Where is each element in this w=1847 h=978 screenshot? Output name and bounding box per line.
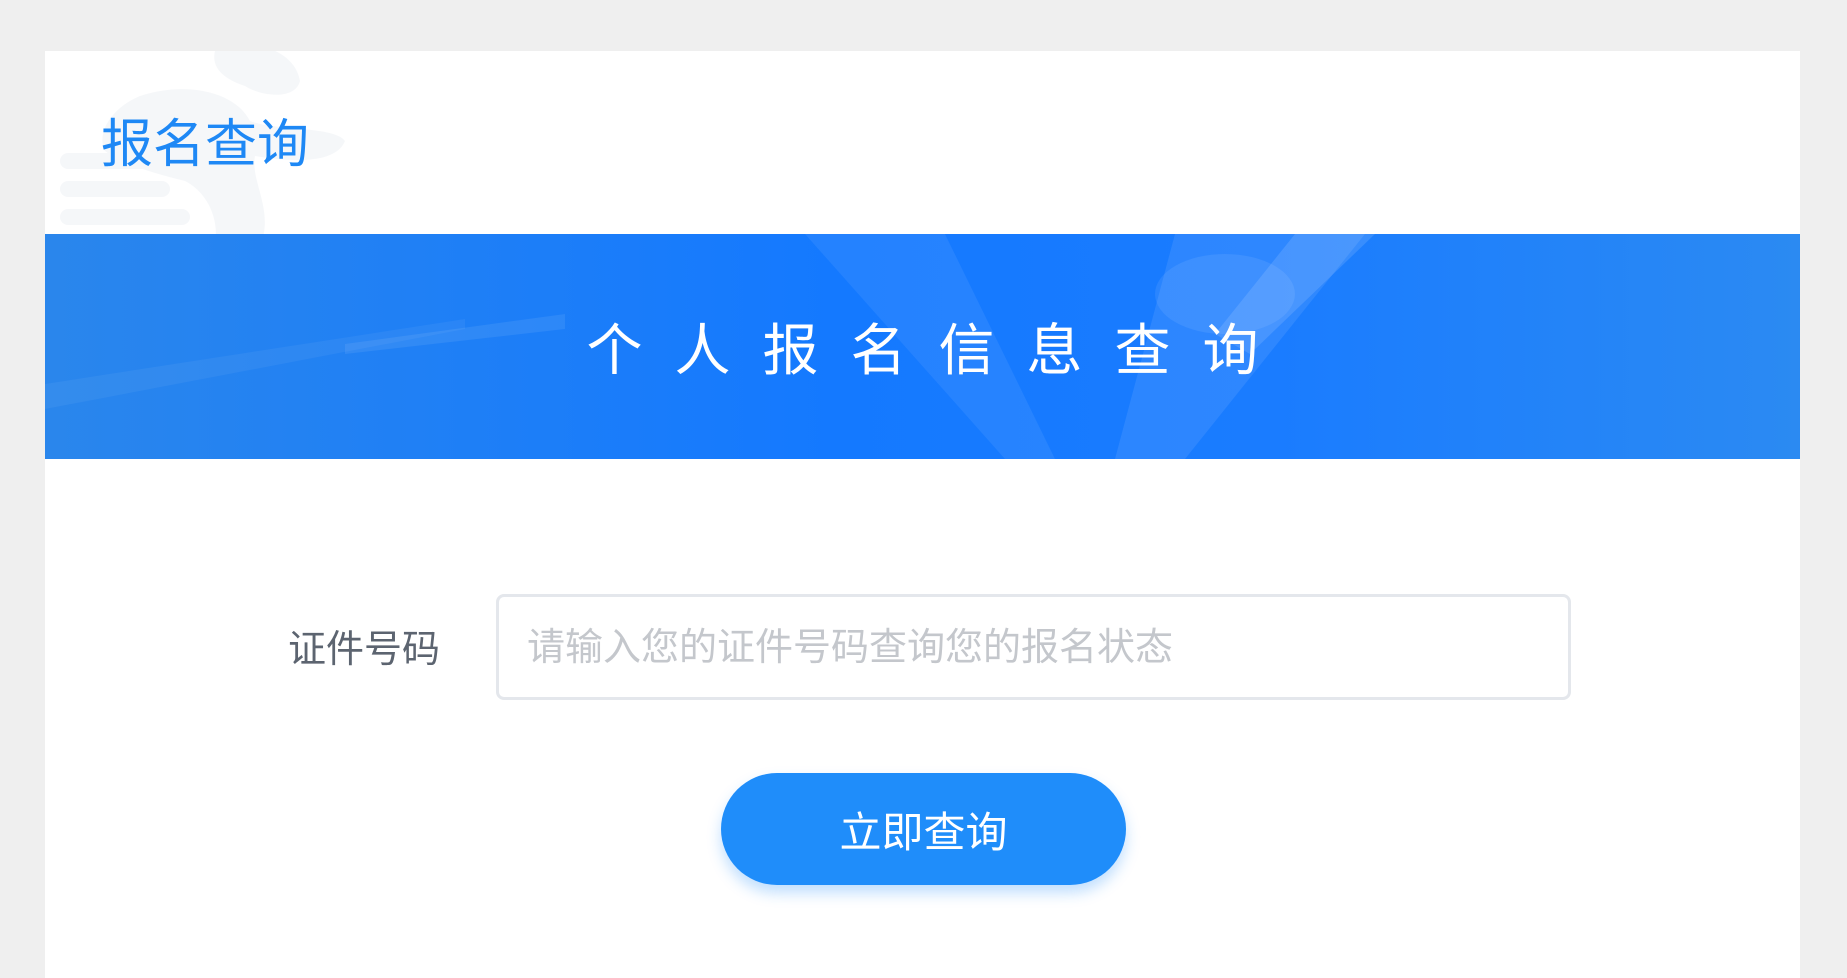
page: 报名查询 个人报名信息查询 证件号码 立即查询: [0, 0, 1847, 978]
scrollbar-track[interactable]: [1837, 0, 1847, 978]
query-now-button[interactable]: 立即查询: [721, 773, 1126, 885]
id-number-label: 证件号码: [288, 627, 441, 671]
header: 报名查询: [45, 51, 1800, 234]
id-number-input[interactable]: [496, 594, 1571, 700]
banner-title: 个人报名信息查询: [586, 319, 1291, 384]
query-card: 报名查询 个人报名信息查询 证件号码 立即查询: [45, 51, 1800, 978]
banner: 个人报名信息查询: [45, 234, 1800, 459]
page-title: 报名查询: [101, 115, 310, 175]
id-number-form-row: 证件号码: [45, 594, 1800, 704]
